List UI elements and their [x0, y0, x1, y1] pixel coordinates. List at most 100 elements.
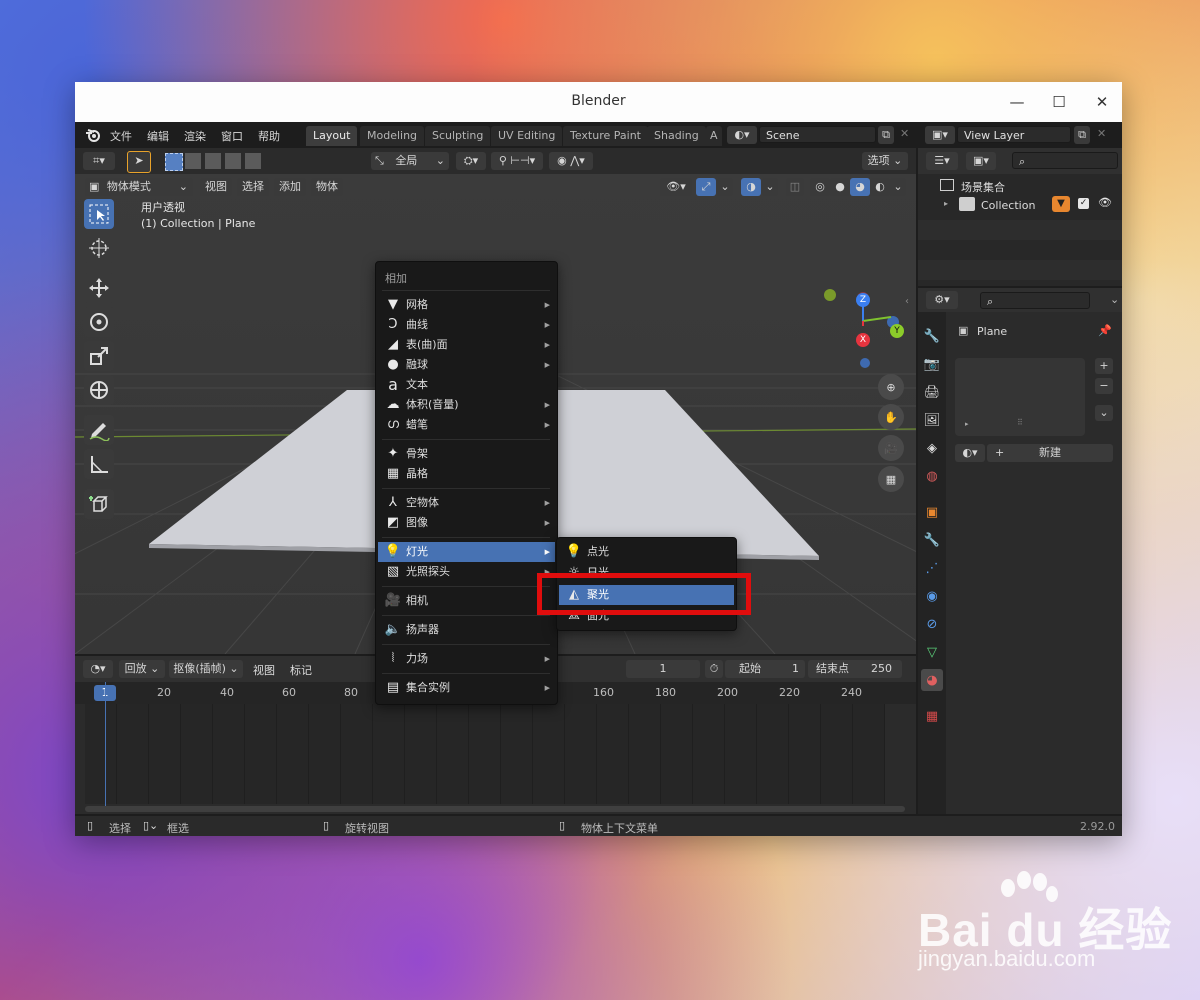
object-tab-icon[interactable]: ▣: [921, 501, 943, 523]
scene-collection-label[interactable]: 场景集合: [961, 179, 1005, 195]
gizmo-y-icon[interactable]: Y: [890, 324, 904, 338]
select-mode-new-icon[interactable]: [165, 153, 183, 171]
gizmo-toggle-icon[interactable]: ⤢: [696, 178, 716, 196]
menu-item-speaker[interactable]: 🔈 扬声器: [378, 620, 555, 640]
material-slot-list[interactable]: ▸ ⠿: [955, 358, 1085, 436]
collection-label[interactable]: Collection: [981, 199, 1035, 212]
select-tool-icon[interactable]: ➤: [127, 151, 151, 173]
transform-tool-icon[interactable]: [84, 375, 114, 405]
gizmo-x-icon[interactable]: X: [856, 333, 870, 347]
menu-item-collection-instance[interactable]: ▤ 集合实例 ▶: [378, 678, 555, 698]
sidebar-toggle-icon[interactable]: ‹: [905, 296, 909, 307]
menu-item-surface[interactable]: ◢ 表(曲)面 ▶: [378, 335, 555, 355]
chevron-down-icon[interactable]: ⌄: [1110, 293, 1119, 306]
select-mode-extend-icon[interactable]: [185, 153, 201, 169]
timeline-editor-type-button[interactable]: ◔▾: [83, 660, 113, 678]
particles-tab-icon[interactable]: ⋰: [921, 557, 943, 579]
tab-layout[interactable]: Layout: [306, 126, 358, 146]
xray-icon[interactable]: ◫: [786, 178, 804, 196]
annotate-tool-icon[interactable]: [84, 415, 114, 445]
rotate-tool-icon[interactable]: [84, 307, 114, 337]
render-tab-icon[interactable]: 📷: [921, 353, 943, 375]
tab-sculpting[interactable]: Sculpting: [425, 126, 491, 146]
properties-search-input[interactable]: ⌕: [980, 292, 1090, 309]
constraints-tab-icon[interactable]: ⊘: [921, 613, 943, 635]
cursor-tool-icon[interactable]: [84, 233, 114, 263]
timeline-menu-playback[interactable]: 回放 ⌄: [119, 660, 165, 678]
scene-field[interactable]: Scene: [759, 126, 876, 143]
resize-grip-icon[interactable]: ⠿: [1017, 418, 1023, 427]
menu-item-text[interactable]: a 文本: [378, 375, 555, 395]
minimize-button[interactable]: —: [1005, 90, 1029, 114]
material-browse-button[interactable]: ◐▾: [955, 444, 985, 462]
close-button[interactable]: ✕: [1090, 90, 1114, 114]
timeline-menu-view[interactable]: 视图: [253, 662, 275, 678]
select-box-tool-icon[interactable]: [84, 199, 114, 229]
output-tab-icon[interactable]: 🖨: [921, 381, 943, 403]
menu-item-empty[interactable]: ⅄ 空物体 ▶: [378, 493, 555, 513]
move-tool-icon[interactable]: [84, 273, 114, 303]
mode-dropdown[interactable]: ▣ 物体模式 ⌄: [85, 178, 193, 196]
scene-tab-icon[interactable]: ◈: [921, 437, 943, 459]
pin-icon[interactable]: 📌: [1098, 324, 1112, 337]
view-layer-copy-icon[interactable]: ⧉: [1074, 126, 1090, 144]
material-tab-icon[interactable]: ◕: [921, 669, 943, 691]
menu-item-point-light[interactable]: 💡 点光: [559, 542, 734, 562]
menu-file[interactable]: 文件: [110, 128, 132, 144]
exclude-filter-icon[interactable]: ▼: [1052, 196, 1070, 212]
timeline-menu-keying[interactable]: 抠像(插帧) ⌄: [169, 660, 243, 678]
select-mode-invert-icon[interactable]: [225, 153, 241, 169]
view-layer-tab-icon[interactable]: 🖼: [921, 409, 943, 431]
view-layer-remove-icon[interactable]: ✕: [1097, 127, 1106, 140]
pivot-point-button[interactable]: ⛭▾: [456, 152, 486, 170]
menu-item-image[interactable]: ◩ 图像 ▶: [378, 513, 555, 533]
timeline-body[interactable]: [85, 704, 885, 804]
select-mode-intersect-icon[interactable]: [245, 153, 261, 169]
tab-texture-paint[interactable]: Texture Paint: [563, 126, 648, 146]
overlay-toggle-icon[interactable]: ◑: [741, 178, 761, 196]
scene-browse-button[interactable]: ◐▾: [727, 126, 757, 144]
menu-item-light[interactable]: 💡 灯光 ▶: [378, 542, 555, 562]
tab-modeling[interactable]: Modeling: [360, 126, 425, 146]
world-tab-icon[interactable]: ◍: [921, 465, 943, 487]
menu-view[interactable]: 视图: [200, 178, 232, 196]
remove-slot-button[interactable]: −: [1095, 378, 1113, 394]
view-layer-browse-button[interactable]: ▣▾: [925, 126, 955, 144]
expand-arrow-icon[interactable]: ▸: [965, 420, 969, 428]
menu-help[interactable]: 帮助: [258, 128, 280, 144]
menu-item-force-field[interactable]: ⦚ 力场 ▶: [378, 649, 555, 669]
menu-item-volume[interactable]: ☁ 体积(音量) ▶: [378, 395, 555, 415]
menu-item-armature[interactable]: ✦ 骨架: [378, 444, 555, 464]
menu-window[interactable]: 窗口: [221, 128, 243, 144]
gizmo-neg-y-icon[interactable]: [824, 289, 836, 301]
add-slot-button[interactable]: +: [1095, 358, 1113, 374]
menu-object[interactable]: 物体: [311, 178, 343, 196]
gizmo-z-icon[interactable]: Z: [856, 293, 870, 307]
modifier-tab-icon[interactable]: 🔧: [921, 529, 943, 551]
slot-specials-button[interactable]: ⌄: [1095, 405, 1113, 421]
end-frame-field[interactable]: 结束点 250: [808, 660, 902, 678]
menu-item-mesh[interactable]: ▼ 网格 ▶: [378, 295, 555, 315]
gizmo-menu-icon[interactable]: ⌄: [717, 178, 733, 196]
new-material-button[interactable]: + 新建: [987, 444, 1113, 462]
menu-select[interactable]: 选择: [237, 178, 269, 196]
rendered-shading-icon[interactable]: ◐: [870, 178, 890, 196]
view-layer-field[interactable]: View Layer: [957, 126, 1071, 143]
tab-shading[interactable]: Shading: [647, 126, 706, 146]
scene-remove-icon[interactable]: ✕: [900, 127, 909, 140]
camera-view-icon[interactable]: 🎥: [878, 435, 904, 461]
editor-type-button[interactable]: ⌗▾: [83, 152, 115, 170]
transform-orientation-dropdown[interactable]: ⤡ 全局 ⌄: [371, 152, 449, 170]
blender-logo-icon[interactable]: [84, 126, 102, 144]
stopwatch-icon[interactable]: ⏱: [705, 660, 723, 678]
outliner-search-input[interactable]: ⌕: [1012, 152, 1118, 169]
start-frame-field[interactable]: 起始 1: [725, 660, 805, 678]
expand-arrow-icon[interactable]: ▸: [944, 199, 948, 208]
texture-tab-icon[interactable]: ▦: [921, 705, 943, 727]
data-tab-icon[interactable]: ▽: [921, 641, 943, 663]
menu-render[interactable]: 渲染: [184, 128, 206, 144]
shading-menu-icon[interactable]: ⌄: [890, 178, 906, 196]
menu-edit[interactable]: 编辑: [147, 128, 169, 144]
proportional-edit-button[interactable]: ◉ ⋀▾: [549, 152, 593, 170]
properties-editor-type-button[interactable]: ⚙▾: [926, 291, 958, 309]
